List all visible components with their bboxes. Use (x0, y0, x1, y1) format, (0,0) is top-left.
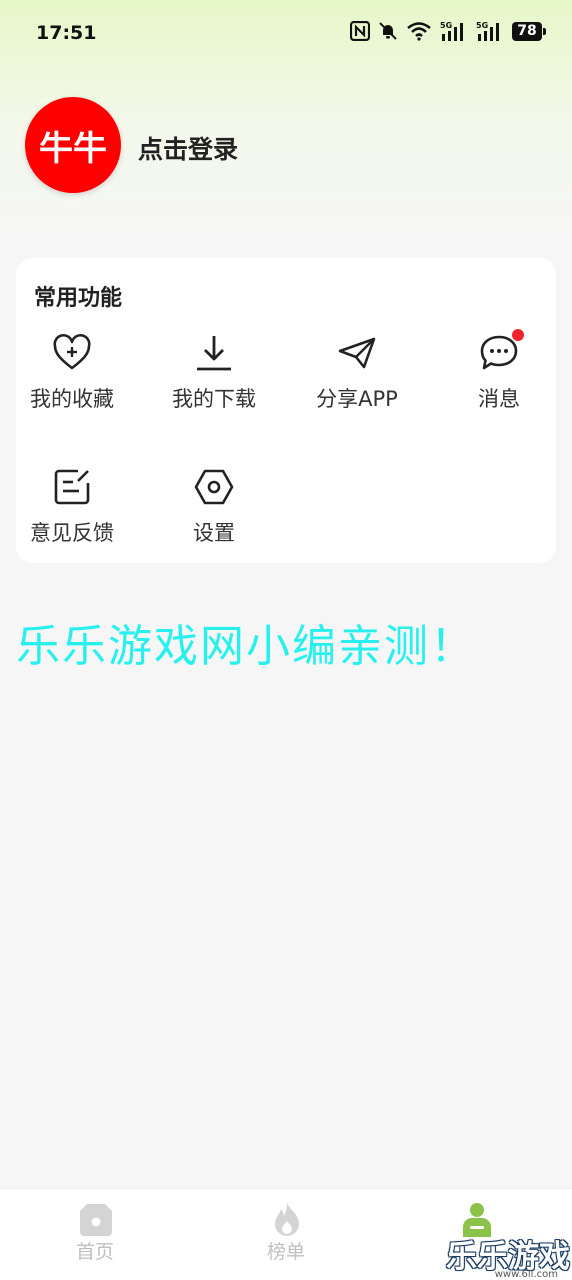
func-label: 设置 (193, 521, 235, 545)
feedback-button[interactable]: 意见反馈 (17, 467, 127, 567)
home-icon (80, 1204, 112, 1236)
bottom-nav: 首页 榜单 乐乐游戏 www.6ll.com (0, 1188, 572, 1280)
nav-label: 首页 (75, 1241, 114, 1263)
signal-icon-1: 5G (440, 21, 463, 41)
downloads-button[interactable]: 我的下载 (159, 333, 269, 433)
func-label: 消息 (478, 387, 520, 411)
paper-plane-icon (338, 337, 376, 369)
svg-text:5G: 5G (476, 21, 488, 30)
func-label: 我的收藏 (30, 387, 114, 411)
messages-button[interactable]: 消息 (444, 329, 554, 433)
common-functions-card: 常用功能 我的收藏 我的下载 分享APP 消息 意见反馈 设置 (16, 258, 556, 563)
settings-button[interactable]: 设置 (159, 467, 269, 567)
nav-ranking[interactable]: 榜单 (216, 1189, 356, 1280)
status-bar: 17:51 5G 5G 78 (0, 0, 572, 68)
nfc-icon (350, 21, 370, 41)
flame-icon (275, 1203, 299, 1236)
feedback-edit-icon (54, 469, 90, 505)
wifi-icon (407, 22, 431, 41)
nav-label: 榜单 (266, 1241, 305, 1263)
nav-home[interactable]: 首页 (25, 1189, 165, 1280)
unread-badge (512, 329, 524, 341)
watermark-url: www.6ll.com (494, 1269, 558, 1280)
battery-indicator: 78 (512, 21, 546, 41)
func-label: 意见反馈 (30, 521, 114, 545)
promo-text: 乐乐游戏网小编亲测！ (16, 621, 476, 672)
download-icon (197, 336, 231, 371)
status-icons: 5G 5G 78 (350, 20, 546, 42)
favorites-button[interactable]: 我的收藏 (17, 333, 127, 433)
login-link[interactable]: 点击登录 (138, 130, 238, 166)
heart-plus-icon (53, 333, 91, 370)
mute-bell-icon (379, 22, 397, 40)
svg-text:5G: 5G (440, 21, 452, 30)
section-title: 常用功能 (34, 286, 123, 311)
status-time: 17:51 (36, 22, 97, 44)
share-app-button[interactable]: 分享APP (302, 333, 412, 433)
func-label: 我的下载 (172, 387, 256, 411)
func-label: 分享APP (316, 387, 398, 411)
avatar[interactable]: 牛牛 (25, 97, 121, 193)
signal-icon-2: 5G (476, 21, 499, 41)
settings-hex-icon (194, 469, 234, 505)
